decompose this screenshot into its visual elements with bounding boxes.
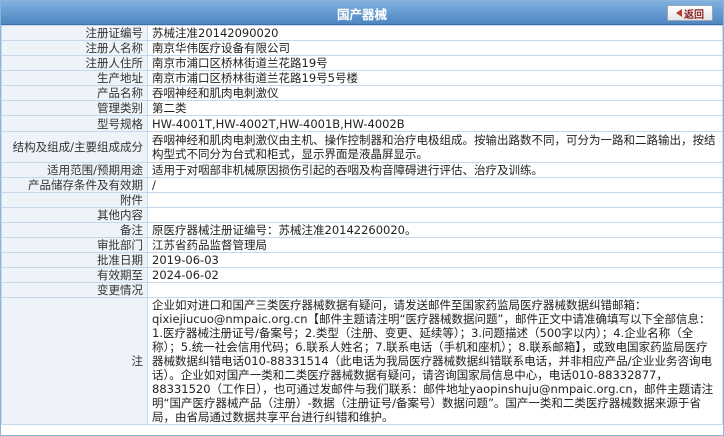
table-row: 产品名称 吞咽神经和肌肉电刺激仪 xyxy=(1,85,723,101)
row-label: 审批部门 xyxy=(1,237,148,253)
row-value: 2024-06-02 xyxy=(147,267,723,283)
table-row: 注册人住所 南京市浦口区桥林街道兰花路19号 xyxy=(1,55,723,71)
table-row: 生产地址 南京市浦口区桥林街道兰花路19号5号楼 xyxy=(1,70,723,86)
table-row: 批准日期 2019-06-03 xyxy=(1,252,723,268)
row-label: 注册人住所 xyxy=(1,55,148,71)
detail-table: 注册证编号 苏械注准20142090020 注册人名称 南京华伟医疗设备有限公司… xyxy=(1,25,723,425)
title-bar: 国产器械 返回 xyxy=(1,1,723,25)
row-label: 管理类别 xyxy=(1,100,148,116)
table-row: 有效期至 2024-06-02 xyxy=(1,267,723,283)
row-value: HW-4001T,HW-4002T,HW-4001B,HW-4002B xyxy=(147,115,723,132)
table-row: 注册证编号 苏械注准20142090020 xyxy=(1,25,723,41)
table-row: 附件 xyxy=(1,192,723,208)
table-row: 注 企业如对进口和国产三类医疗器械数据有疑问，请发送邮件至国家药监局医疗器械数据… xyxy=(1,297,723,425)
row-label: 产品储存条件及有效期 xyxy=(1,177,148,193)
page-title: 国产器械 xyxy=(336,7,387,22)
row-value: 吞咽神经和肌肉电刺激仪由主机、操作控制器和治疗电极组成。按输出路数不同，可分为一… xyxy=(147,131,723,163)
row-value: 2019-06-03 xyxy=(147,252,723,268)
row-value: 适用于对咽部非机械原因损伤引起的吞咽及构音障碍进行评估、治疗及训练。 xyxy=(147,162,723,178)
note-text: 企业如对进口和国产三类医疗器械数据有疑问，请发送邮件至国家药监局医疗器械数据纠错… xyxy=(147,297,723,425)
row-label: 产品名称 xyxy=(1,85,148,101)
table-row: 其他内容 xyxy=(1,207,723,223)
row-label: 适用范围/预期用途 xyxy=(1,162,148,178)
note-label: 注 xyxy=(1,297,148,425)
table-row: 审批部门 江苏省药品监督管理局 xyxy=(1,237,723,253)
row-value: / xyxy=(147,177,723,193)
row-label: 附件 xyxy=(1,192,148,208)
row-label: 注册人名称 xyxy=(1,40,148,56)
row-label: 变更情况 xyxy=(1,282,148,298)
row-value: 第二类 xyxy=(147,100,723,116)
table-row: 产品储存条件及有效期 / xyxy=(1,177,723,193)
back-arrow-icon xyxy=(676,9,682,17)
table-row: 型号规格 HW-4001T,HW-4002T,HW-4001B,HW-4002B xyxy=(1,115,723,132)
row-label: 备注 xyxy=(1,222,148,238)
row-value: 吞咽神经和肌肉电刺激仪 xyxy=(147,85,723,101)
back-button-label: 返回 xyxy=(684,9,704,21)
row-value: 南京市浦口区桥林街道兰花路19号5号楼 xyxy=(147,70,723,86)
row-label: 批准日期 xyxy=(1,252,148,268)
row-value: 南京华伟医疗设备有限公司 xyxy=(147,40,723,56)
row-value xyxy=(147,207,723,223)
row-value xyxy=(147,192,723,208)
row-label: 注册证编号 xyxy=(1,25,148,41)
row-value: 南京市浦口区桥林街道兰花路19号 xyxy=(147,55,723,71)
row-label: 生产地址 xyxy=(1,70,148,86)
row-label: 其他内容 xyxy=(1,207,148,223)
row-value: 江苏省药品监督管理局 xyxy=(147,237,723,253)
table-row: 结构及组成/主要组成成分 吞咽神经和肌肉电刺激仪由主机、操作控制器和治疗电极组成… xyxy=(1,131,723,163)
row-label: 有效期至 xyxy=(1,267,148,283)
table-row: 备注 原医疗器械注册证编号：苏械注准20142260020。 xyxy=(1,222,723,238)
back-button[interactable]: 返回 xyxy=(667,5,713,21)
row-label: 结构及组成/主要组成成分 xyxy=(1,131,148,163)
table-row: 适用范围/预期用途 适用于对咽部非机械原因损伤引起的吞咽及构音障碍进行评估、治疗… xyxy=(1,162,723,178)
table-row: 变更情况 xyxy=(1,282,723,298)
row-label: 型号规格 xyxy=(1,115,148,132)
row-value xyxy=(147,282,723,298)
row-value: 原医疗器械注册证编号：苏械注准20142260020。 xyxy=(147,222,723,238)
row-value: 苏械注准20142090020 xyxy=(147,25,723,41)
table-row: 注册人名称 南京华伟医疗设备有限公司 xyxy=(1,40,723,56)
detail-window: 国产器械 返回 注册证编号 苏械注准20142090020 注册人名称 南京华伟… xyxy=(0,0,724,436)
table-row: 管理类别 第二类 xyxy=(1,100,723,116)
